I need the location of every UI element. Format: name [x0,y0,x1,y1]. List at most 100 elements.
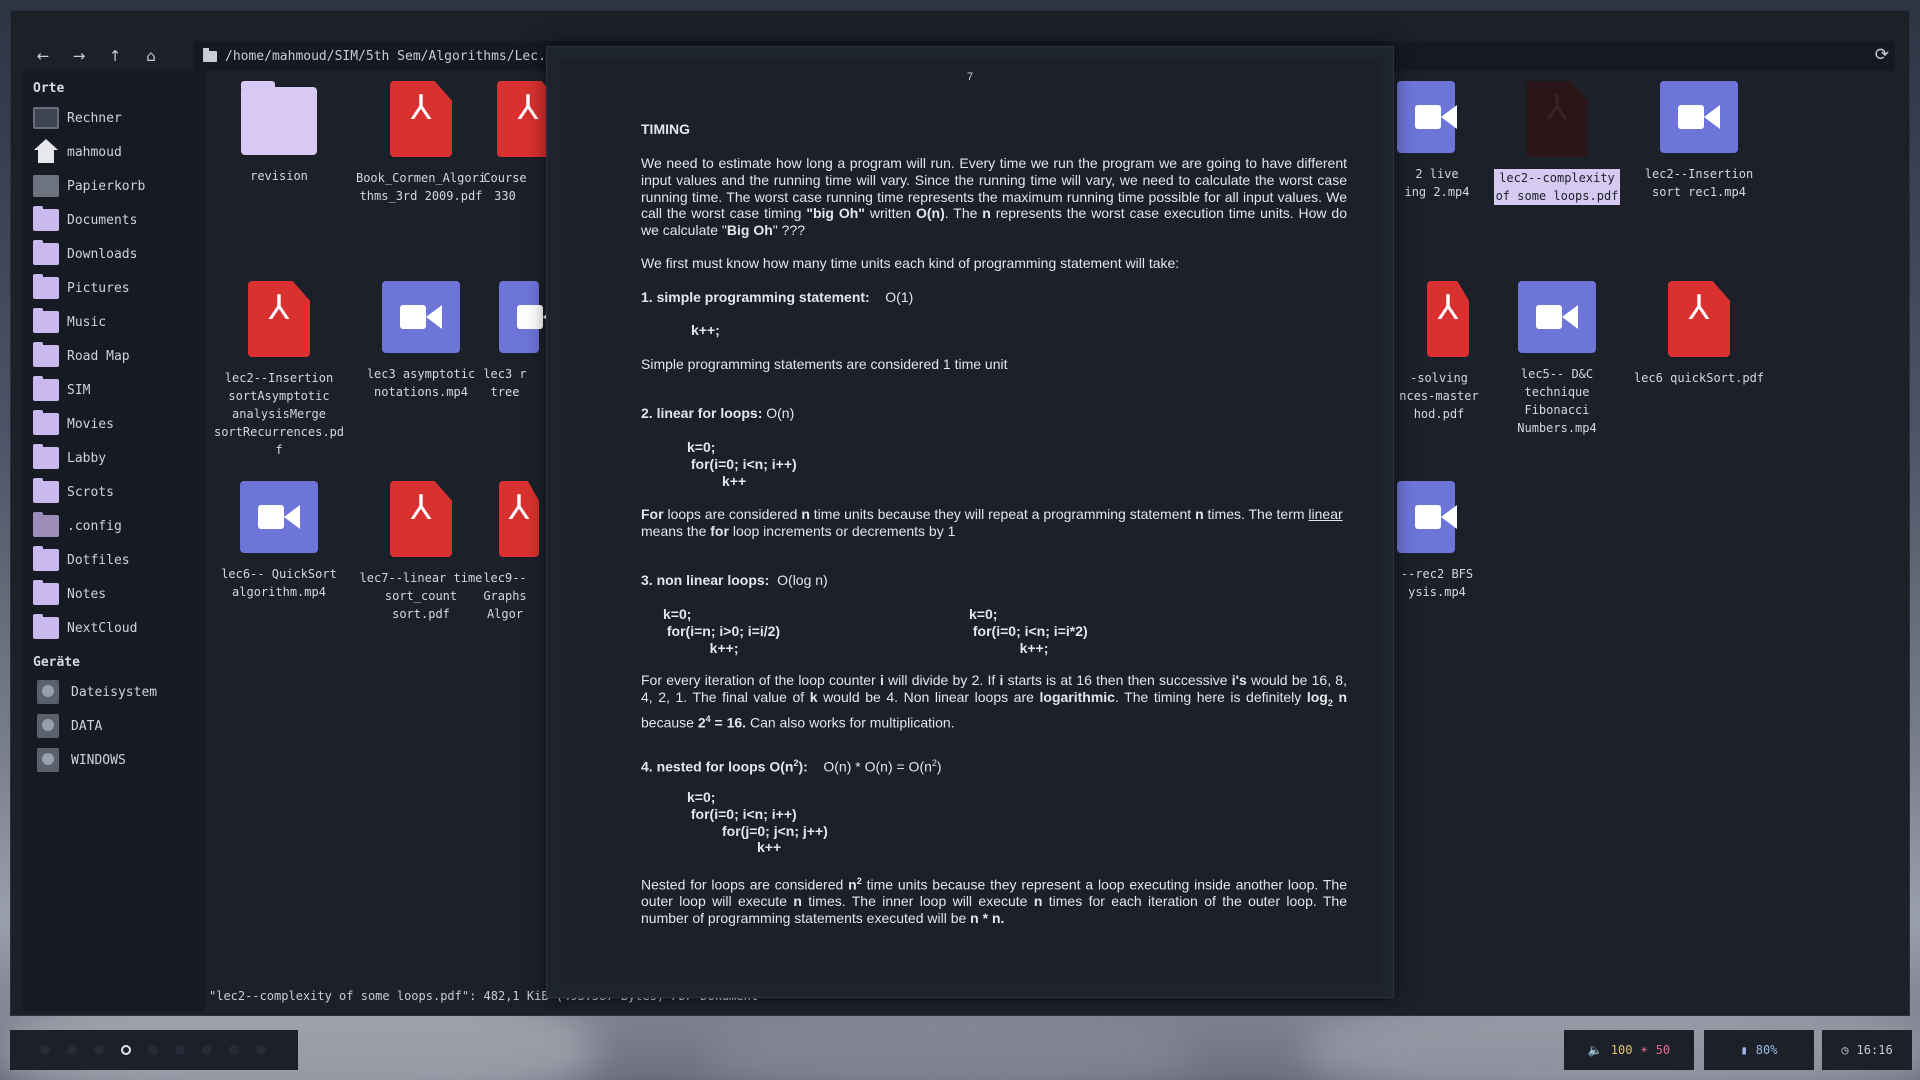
workspace-indicator[interactable] [256,1045,266,1055]
file-item[interactable]: lec3 asymptotic notations.mp4 [351,281,491,401]
file-item[interactable]: Book_Cormen_Algori thms_3rd 2009.pdf [351,81,491,205]
sidebar-item-trash[interactable]: Papierkorb [23,169,205,203]
file-name: lec2--Insertion sort rec1.mp4 [1644,167,1754,199]
sidebar-item-labby[interactable]: Labby [23,441,205,475]
sidebar-item-label: SIM [67,382,91,398]
folder-icon [33,206,59,231]
location-path[interactable]: /home/mahmoud/SIM/5th Sem/Algorithms/Lec… [225,49,554,64]
clock-widget[interactable]: ◷ 16:16 [1822,1030,1912,1070]
clock-icon: ◷ [1841,1043,1849,1057]
file-item[interactable]: lec6-- QuickSort algorithm.mp4 [209,481,349,601]
pdf-code: k++; [691,322,720,338]
sidebar-item-label: Dotfiles [67,552,130,568]
video-file-icon [1660,81,1738,153]
sidebar-item-dotfiles[interactable]: Dotfiles [23,543,205,577]
sidebar-item-home[interactable]: mahmoud [23,135,205,169]
brightness-icon: ☀ [1640,1043,1648,1057]
folder-icon [33,342,59,367]
home-icon [33,139,59,163]
file-item[interactable]: lec2--complexity of some loops.pdf [1487,81,1627,205]
pdf-code: k=0; for(i=0; i<n; i++) k++ [687,439,797,489]
folder-icon [33,614,59,639]
pdf-section-heading: 4. nested for loops O(n2): O(n) * O(n) =… [641,758,942,775]
workspace-indicator[interactable] [148,1045,158,1055]
forward-icon[interactable]: → [61,38,97,74]
file-name: Book_Cormen_Algori thms_3rd 2009.pdf [355,171,487,203]
folder-icon [241,81,317,155]
reload-icon[interactable]: ⟳ [1875,45,1889,65]
video-file-icon [240,481,318,553]
workspace-indicator[interactable] [121,1045,131,1055]
sidebar-item-sim[interactable]: SIM [23,373,205,407]
volume-icon: 🔈 [1587,1043,1603,1057]
pdf-paragraph: Nested for loops are considered n2 time … [641,876,1347,927]
file-item[interactable]: lec6 quickSort.pdf [1629,281,1769,387]
sidebar-item-downloads[interactable]: Downloads [23,237,205,271]
sidebar-item-label: mahmoud [67,144,122,160]
sidebar-item-music[interactable]: Music [23,305,205,339]
sidebar-item-scrots[interactable]: Scrots [23,475,205,509]
workspace-indicator[interactable] [67,1045,77,1055]
file-item[interactable]: lec9-- Graphs Algor [475,481,539,623]
volume-level: 100 [1610,1043,1633,1057]
drive-icon [37,714,59,738]
drive-icon [37,680,59,704]
file-name: -solving nces-master hod.pdf [1399,371,1479,421]
sidebar-item-label: Documents [67,212,138,228]
pdf-page: 7 TIMING We need to estimate how long a … [559,59,1381,985]
file-item[interactable]: 2 live ing 2.mp4 [1397,81,1477,201]
sidebar-item-data[interactable]: DATA [23,709,205,743]
clock-time: 16:16 [1856,1043,1893,1057]
sidebar-item-pictures[interactable]: Pictures [23,271,205,305]
file-item[interactable]: lec2--Insertion sort rec1.mp4 [1629,81,1769,201]
folder-icon [33,580,59,605]
sidebar-item-dateisystem[interactable]: Dateisystem [23,675,205,709]
sidebar-item-notes[interactable]: Notes [23,577,205,611]
places-header: Orte [33,81,65,96]
file-item[interactable]: Course 330 [475,81,559,205]
workspace-indicator[interactable] [202,1045,212,1055]
workspace-indicator[interactable] [229,1045,239,1055]
workspace-indicator[interactable] [94,1045,104,1055]
home-icon[interactable]: ⌂ [133,38,169,74]
workspace-indicator[interactable] [175,1045,185,1055]
file-item[interactable]: lec3 r tree [475,281,559,401]
file-item[interactable]: -solving nces-master hod.pdf [1389,281,1489,423]
pdf-file-icon [1668,281,1730,357]
sidebar-item-nextcloud[interactable]: NextCloud [23,611,205,645]
file-item[interactable]: --rec2 BFS ysis.mp4 [1397,481,1477,601]
file-item[interactable]: lec7--linear time sort_count sort.pdf [351,481,491,623]
workspace-bar [10,1030,298,1070]
file-name: lec9-- Graphs Algor [483,571,527,621]
sidebar-item-config[interactable]: .config [23,509,205,543]
sidebar-item-documents[interactable]: Documents [23,203,205,237]
sidebar-item-label: Road Map [67,348,130,364]
file-item[interactable]: lec2--Insertion sortAsymptotic analysisM… [209,281,349,459]
sidebar-item-movies[interactable]: Movies [23,407,205,441]
sidebar-item-label: Movies [67,416,114,432]
video-file-icon [499,281,559,353]
video-file-icon [382,281,460,353]
folder-icon [33,240,59,265]
sidebar-item-windows[interactable]: WINDOWS [23,743,205,777]
pdf-heading: TIMING [641,121,690,137]
sidebar-item-label: Dateisystem [71,684,158,700]
sidebar-item-rechner[interactable]: Rechner [23,101,205,135]
up-icon[interactable]: ↑ [97,38,133,74]
sidebar-item-label: Rechner [67,110,122,126]
sidebar-item-road-map[interactable]: Road Map [23,339,205,373]
volume-brightness-widget[interactable]: 🔈 100 ☀ 50 [1564,1030,1694,1070]
file-name: Course 330 [483,171,527,203]
video-file-icon [1397,481,1457,553]
sidebar-item-label: DATA [71,718,103,734]
video-file-icon [1397,81,1457,153]
sidebar-item-label: WINDOWS [71,752,126,768]
back-icon[interactable]: ← [25,38,61,74]
folder-icon [33,546,59,571]
file-item[interactable]: lec5-- D&C technique Fibonacci Numbers.m… [1487,281,1627,437]
battery-widget[interactable]: ▮ 80% [1704,1030,1814,1070]
workspace-indicator[interactable] [40,1045,50,1055]
file-item[interactable]: revision [209,81,349,185]
page-number: 7 [966,71,974,83]
drive-icon [37,748,59,772]
